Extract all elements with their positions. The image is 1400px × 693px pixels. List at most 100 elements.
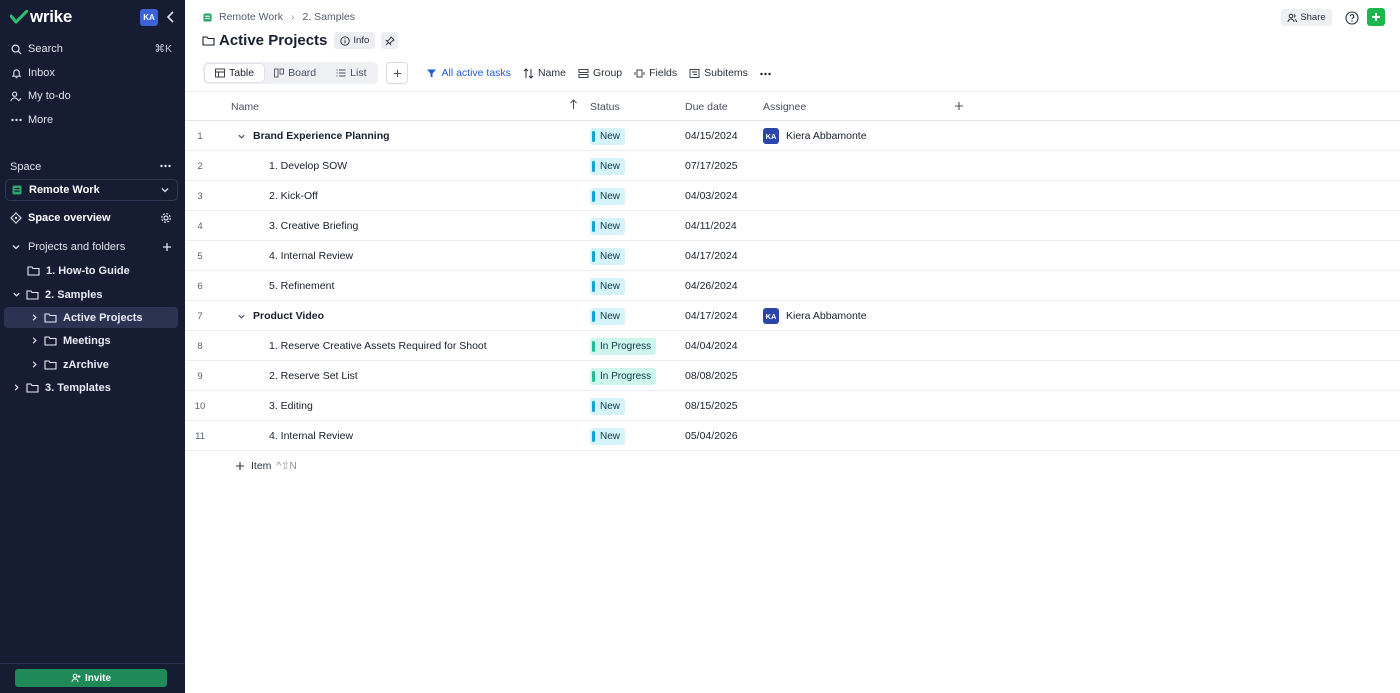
- fields-button[interactable]: Fields: [634, 67, 677, 79]
- task-name-cell[interactable]: 3. Creative Briefing: [269, 211, 358, 241]
- space-overview[interactable]: Space overview: [6, 208, 178, 228]
- status-cell[interactable]: New: [590, 271, 626, 301]
- due-date-cell[interactable]: 05/04/2026: [685, 421, 738, 451]
- status-badge[interactable]: In Progress: [590, 367, 657, 385]
- table-row[interactable]: 10 3. Editing New 08/15/2025: [185, 391, 1400, 421]
- create-new-button[interactable]: [1367, 8, 1385, 26]
- status-cell[interactable]: In Progress: [590, 331, 657, 361]
- table-row[interactable]: 2 1. Develop SOW New 07/17/2025: [185, 151, 1400, 181]
- space-options-button[interactable]: [158, 159, 172, 173]
- task-name-cell[interactable]: 5. Refinement: [269, 271, 334, 301]
- status-badge[interactable]: New: [590, 157, 626, 175]
- status-cell[interactable]: In Progress: [590, 361, 657, 391]
- task-name-cell[interactable]: 2. Reserve Set List: [269, 361, 358, 391]
- nav-more[interactable]: More: [6, 110, 178, 130]
- breadcrumb-space[interactable]: Remote Work: [219, 11, 283, 23]
- tab-list[interactable]: List: [326, 64, 376, 82]
- pin-button[interactable]: [381, 32, 399, 49]
- nav-search[interactable]: Search ⌘K: [6, 39, 178, 59]
- breadcrumb-folder[interactable]: 2. Samples: [303, 11, 356, 23]
- due-date-cell[interactable]: 04/17/2024: [685, 241, 738, 271]
- add-column-button[interactable]: [954, 101, 964, 114]
- status-cell[interactable]: New: [590, 421, 626, 451]
- share-button[interactable]: Share: [1281, 9, 1332, 26]
- table-row[interactable]: 8 1. Reserve Creative Assets Required for…: [185, 331, 1400, 361]
- sort-button[interactable]: Name: [523, 67, 566, 79]
- tree-item-how-to-guide[interactable]: 1. How-to Guide: [27, 260, 177, 281]
- due-date-cell[interactable]: 04/15/2024: [685, 121, 738, 151]
- column-header-due-date[interactable]: Due date: [685, 101, 728, 113]
- tree-item-meetings[interactable]: Meetings: [28, 330, 178, 351]
- due-date-cell[interactable]: 07/17/2025: [685, 151, 738, 181]
- due-date-cell[interactable]: 04/17/2024: [685, 301, 738, 331]
- status-cell[interactable]: New: [590, 301, 626, 331]
- status-cell[interactable]: New: [590, 151, 626, 181]
- task-name-cell[interactable]: 1. Reserve Creative Assets Required for …: [269, 331, 487, 361]
- table-row[interactable]: 11 4. Internal Review New 05/04/2026: [185, 421, 1400, 451]
- due-date-cell[interactable]: 04/04/2024: [685, 331, 738, 361]
- nav-my-todo[interactable]: My to-do: [6, 86, 178, 106]
- status-badge[interactable]: New: [590, 187, 626, 205]
- table-row[interactable]: 3 2. Kick-Off New 04/03/2024: [185, 181, 1400, 211]
- projects-and-folders-header[interactable]: Projects and folders: [6, 237, 178, 257]
- sort-ascending-icon[interactable]: [569, 99, 578, 113]
- tree-item-templates[interactable]: 3. Templates: [10, 377, 178, 398]
- filter-button[interactable]: All active tasks: [426, 67, 511, 79]
- add-item-button[interactable]: Item ^⇧N: [235, 460, 297, 472]
- column-header-name[interactable]: Name: [231, 101, 259, 113]
- space-settings-button[interactable]: [160, 212, 172, 224]
- due-date-cell[interactable]: 04/03/2024: [685, 181, 738, 211]
- task-name-cell[interactable]: 1. Develop SOW: [269, 151, 347, 181]
- table-row[interactable]: 5 4. Internal Review New 04/17/2024: [185, 241, 1400, 271]
- status-badge[interactable]: New: [590, 217, 626, 235]
- tree-item-samples[interactable]: 2. Samples: [10, 284, 178, 305]
- status-cell[interactable]: New: [590, 391, 626, 421]
- tab-table[interactable]: Table: [205, 64, 265, 82]
- tab-board[interactable]: Board: [264, 64, 326, 82]
- status-badge[interactable]: New: [590, 397, 626, 415]
- add-view-button[interactable]: [386, 62, 409, 84]
- status-cell[interactable]: New: [590, 211, 626, 241]
- tree-item-active-projects[interactable]: Active Projects: [4, 307, 178, 328]
- task-name-cell[interactable]: 4. Internal Review: [269, 241, 353, 271]
- info-button[interactable]: Info: [334, 32, 376, 49]
- group-button[interactable]: Group: [578, 67, 622, 79]
- help-button[interactable]: [1344, 10, 1359, 25]
- column-header-status[interactable]: Status: [590, 101, 620, 113]
- more-options-button[interactable]: [760, 67, 771, 79]
- expand-chevron-icon[interactable]: [235, 130, 247, 142]
- due-date-cell[interactable]: 08/08/2025: [685, 361, 738, 391]
- due-date-cell[interactable]: 08/15/2025: [685, 391, 738, 421]
- user-avatar[interactable]: KA: [140, 9, 158, 26]
- space-selector[interactable]: Remote Work: [5, 179, 178, 201]
- status-badge[interactable]: New: [590, 277, 626, 295]
- add-folder-button[interactable]: [162, 242, 172, 252]
- status-badge[interactable]: New: [590, 247, 626, 265]
- assignee-cell[interactable]: KA Kiera Abbamonte: [763, 121, 867, 151]
- tree-item-zarchive[interactable]: zArchive: [28, 354, 178, 375]
- status-badge[interactable]: New: [590, 427, 626, 445]
- subitems-button[interactable]: Subitems: [689, 67, 748, 79]
- nav-inbox[interactable]: Inbox: [6, 63, 178, 83]
- collapse-sidebar-button[interactable]: [164, 10, 178, 24]
- status-cell[interactable]: New: [590, 241, 626, 271]
- table-row[interactable]: 6 5. Refinement New 04/26/2024: [185, 271, 1400, 301]
- task-name-cell[interactable]: Product Video: [235, 301, 324, 331]
- status-cell[interactable]: New: [590, 121, 626, 151]
- column-header-assignee[interactable]: Assignee: [763, 101, 806, 113]
- status-cell[interactable]: New: [590, 181, 626, 211]
- status-badge[interactable]: New: [590, 127, 626, 145]
- table-row[interactable]: 9 2. Reserve Set List In Progress 08/08/202…: [185, 361, 1400, 391]
- expand-chevron-icon[interactable]: [235, 310, 247, 322]
- task-name-cell[interactable]: Brand Experience Planning: [235, 121, 390, 151]
- assignee-cell[interactable]: KA Kiera Abbamonte: [763, 301, 867, 331]
- task-name-cell[interactable]: 2. Kick-Off: [269, 181, 318, 211]
- table-row[interactable]: 7 Product Video New 04/17/2024 KA Kiera Abbam…: [185, 301, 1400, 331]
- status-badge[interactable]: New: [590, 307, 626, 325]
- task-name-cell[interactable]: 3. Editing: [269, 391, 313, 421]
- status-badge[interactable]: In Progress: [590, 337, 657, 355]
- task-name-cell[interactable]: 4. Internal Review: [269, 421, 353, 451]
- table-row[interactable]: 1 Brand Experience Planning New 04/15/2024 K…: [185, 121, 1400, 151]
- table-row[interactable]: 4 3. Creative Briefing New 04/11/2024: [185, 211, 1400, 241]
- invite-button[interactable]: Invite: [15, 669, 167, 687]
